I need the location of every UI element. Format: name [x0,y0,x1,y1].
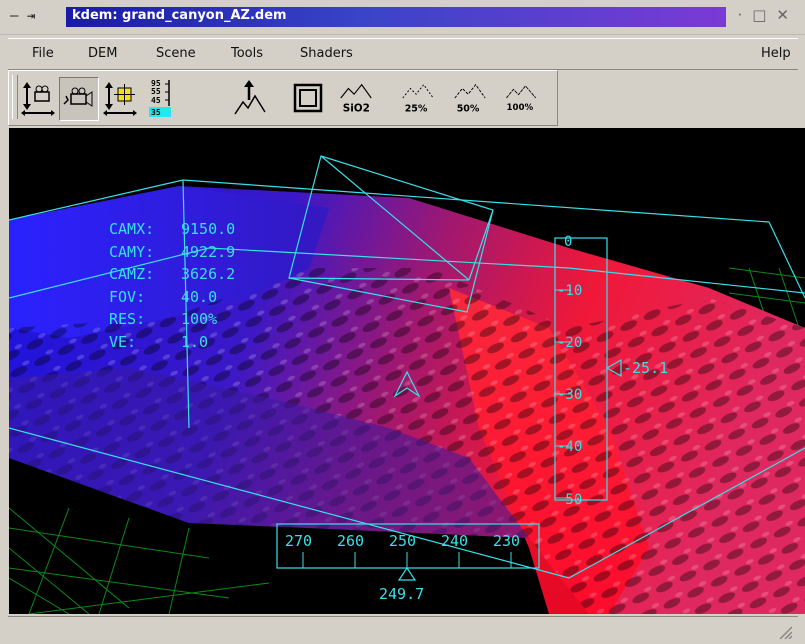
peak-marker-button[interactable] [231,77,269,119]
sio2-shader-icon: SiO2 [340,83,372,114]
frame-button[interactable] [289,77,327,119]
pitch-tick-10: -10 [557,283,582,299]
camera-fly-icon [63,87,93,107]
contour-label-55: 55 [151,87,161,96]
camera-elevation-icon [21,82,55,116]
contour-scale-icon: 95 55 45 35 [149,79,171,117]
res-25-label: 25% [405,103,428,114]
sio2-shader-button[interactable]: SiO2 [337,77,375,119]
camera-hud: CAMX: 9150.0 CAMY: 4922.9 CAMZ: 3626.2 FOV:… [109,218,235,353]
heading-tick-230: 230 [493,532,520,550]
pitch-tick-30: -30 [557,387,582,403]
hud-camy: CAMY: 4922.9 [109,241,235,264]
contour-scale-button[interactable]: 95 55 45 35 [143,77,181,119]
heading-tick-250: 250 [389,532,416,550]
status-bar [8,616,798,643]
pitch-tick-50: -50 [557,492,582,508]
heading-indicator [397,566,417,581]
hud-value: 1.0 [181,332,209,351]
menu-tools[interactable]: Tools [229,46,265,61]
res-100-button[interactable]: 100% [503,77,541,119]
pitch-tick-40: -40 [557,439,582,455]
hud-ve: VE: 1.0 [109,331,235,354]
sio2-label: SiO2 [343,102,370,114]
res-25-icon: 25% [402,83,434,114]
res-50-label: 50% [457,103,480,114]
heading-tick-270: 270 [285,532,312,550]
menu-dem[interactable]: DEM [86,46,119,61]
target-elevation-icon [103,82,137,116]
maximize-icon[interactable]: □ [752,6,776,24]
contour-label-45: 45 [151,96,161,105]
hud-label: FOV: [109,287,146,306]
menu-help[interactable]: Help [759,46,793,61]
pitch-value: -25.1 [623,359,668,377]
menu-shaders[interactable]: Shaders [298,46,355,61]
heading-value: 249.7 [379,585,424,603]
hud-res: RES: 100% [109,308,235,331]
hud-label: CAMY: [109,242,155,261]
res-50-button[interactable]: 50% [451,77,489,119]
toolbar-grip[interactable] [12,75,18,119]
hud-label: CAMZ: [109,265,155,283]
res-100-icon: 100% [506,85,537,113]
hud-value: 3626.2 [181,265,236,283]
frame-icon [293,83,323,113]
minimize-icon[interactable]: · [737,6,752,24]
hud-label: VE: [109,332,137,351]
menu-file[interactable]: File [30,46,56,61]
hud-value: 9150.0 [181,220,236,238]
window-title: kdem: grand_canyon_AZ.dem [72,8,287,23]
hud-camx: CAMX: 9150.0 [109,218,235,241]
heading-tick-240: 240 [441,532,468,550]
title-bar: — ⇥ kdem: grand_canyon_AZ.dem ·□✕ [0,0,805,35]
hud-fov: FOV: 40.0 [109,286,235,309]
pitch-tick-0: 0 [564,234,572,250]
camera-fly-button[interactable] [59,77,99,121]
heading-tick-260: 260 [337,532,364,550]
window-controls: ·□✕ [737,6,799,24]
toolbar: 95 55 45 35 SiO2 25% 50% 100% [8,70,558,126]
res-50-icon: 50% [454,83,486,114]
peak-marker-icon [234,80,266,115]
hud-value: 40.0 [181,287,218,306]
hud-value: 4922.9 [181,242,236,261]
camera-elevation-button[interactable] [19,77,57,119]
target-elevation-button[interactable] [101,77,139,119]
terrain-viewport[interactable]: 0 -10 -20 -30 -40 -50 -25.1 270 260 250 … [9,128,805,614]
res-25-button[interactable]: 25% [399,77,437,119]
close-icon[interactable]: ✕ [776,6,799,24]
terrain-render: 0 -10 -20 -30 -40 -50 -25.1 270 260 250 … [9,155,805,614]
hud-value: 100% [181,310,218,328]
pitch-tick-20: -20 [557,335,582,351]
window-title-bar[interactable]: kdem: grand_canyon_AZ.dem [66,7,726,27]
hud-label: CAMX: [109,220,155,238]
resize-grip-icon[interactable] [778,625,792,639]
heading-scale: 270 260 250 240 230 249.7 [276,523,540,603]
hud-camz: CAMZ: 3626.2 [109,263,235,286]
menu-bar: File DEM Scene Tools Shaders Help [8,38,798,70]
res-100-label: 100% [506,103,533,113]
contour-label-35: 35 [151,108,161,117]
hud-label: RES: [109,310,146,328]
window-menu-icon[interactable]: — ⇥ [10,8,35,24]
menu-scene[interactable]: Scene [154,46,198,61]
